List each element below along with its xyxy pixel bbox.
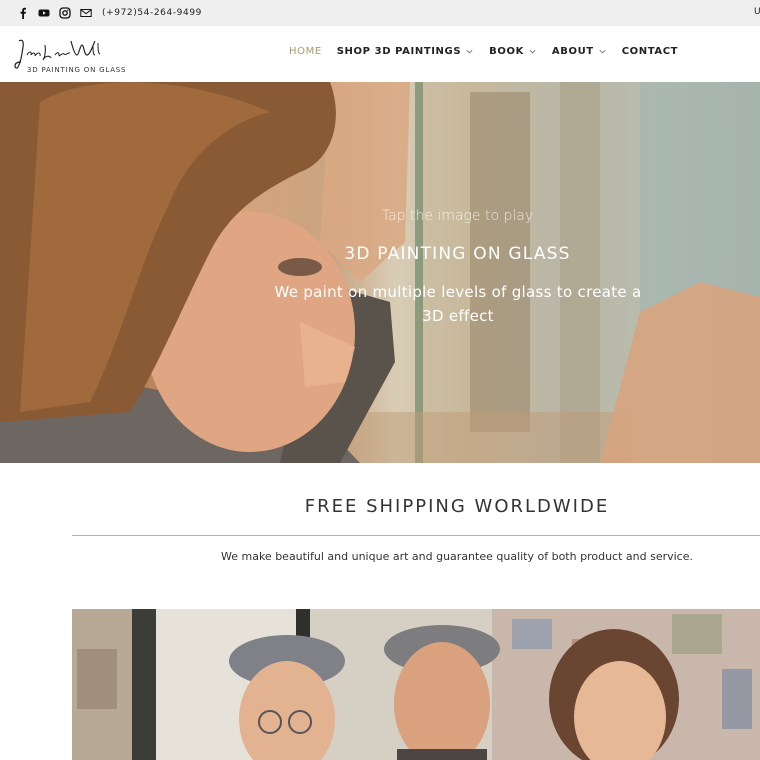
logo-subtitle: 3D PAINTING ON GLASS <box>27 66 127 74</box>
account-link[interactable]: U <box>754 7 760 17</box>
hero-title: 3D PAINTING ON GLASS <box>344 244 571 264</box>
team-photo-image <box>72 609 760 760</box>
main-nav: HOME SHOP 3D PAINTINGS BOOK ABOUT CONTAC… <box>289 46 693 57</box>
section-divider <box>72 535 760 536</box>
logo[interactable]: 3D PAINTING ON GLASS <box>13 33 127 77</box>
nav-contact[interactable]: CONTACT <box>622 46 678 57</box>
site-header: 3D PAINTING ON GLASS HOME SHOP 3D PAINTI… <box>0 26 760 82</box>
mail-icon[interactable] <box>79 6 93 20</box>
instagram-icon[interactable] <box>58 6 72 20</box>
phone-number[interactable]: (+972)54-264-9499 <box>102 8 202 18</box>
nav-label: SHOP 3D PAINTINGS <box>336 46 462 57</box>
team-photo <box>72 609 760 760</box>
nav-label: HOME <box>289 46 322 57</box>
shipping-title: FREE SHIPPING WORLDWIDE <box>304 496 610 517</box>
nav-label: ABOUT <box>551 46 594 57</box>
nav-book[interactable]: BOOK <box>489 46 537 57</box>
nav-about[interactable]: ABOUT <box>552 46 607 57</box>
youtube-icon[interactable] <box>37 6 51 20</box>
nav-label: CONTACT <box>621 46 679 57</box>
hero-video[interactable]: Tap the image to play 3D PAINTING ON GLA… <box>0 82 760 463</box>
hero-overlay: Tap the image to play 3D PAINTING ON GLA… <box>0 82 760 463</box>
chevron-down-icon <box>599 49 606 54</box>
chevron-down-icon <box>529 49 536 54</box>
facebook-icon[interactable] <box>16 6 30 20</box>
top-bar: (+972)54-264-9499 U <box>0 0 760 26</box>
hero-description: We paint on multiple levels of glass to … <box>274 283 642 325</box>
tap-to-play-text[interactable]: Tap the image to play <box>0 208 760 224</box>
chevron-down-icon <box>466 49 473 54</box>
nav-label: BOOK <box>489 46 524 57</box>
nav-home[interactable]: HOME <box>289 46 322 57</box>
nav-shop-3d-paintings[interactable]: SHOP 3D PAINTINGS <box>337 46 474 57</box>
shipping-description: We make beautiful and unique art and gua… <box>221 550 693 563</box>
